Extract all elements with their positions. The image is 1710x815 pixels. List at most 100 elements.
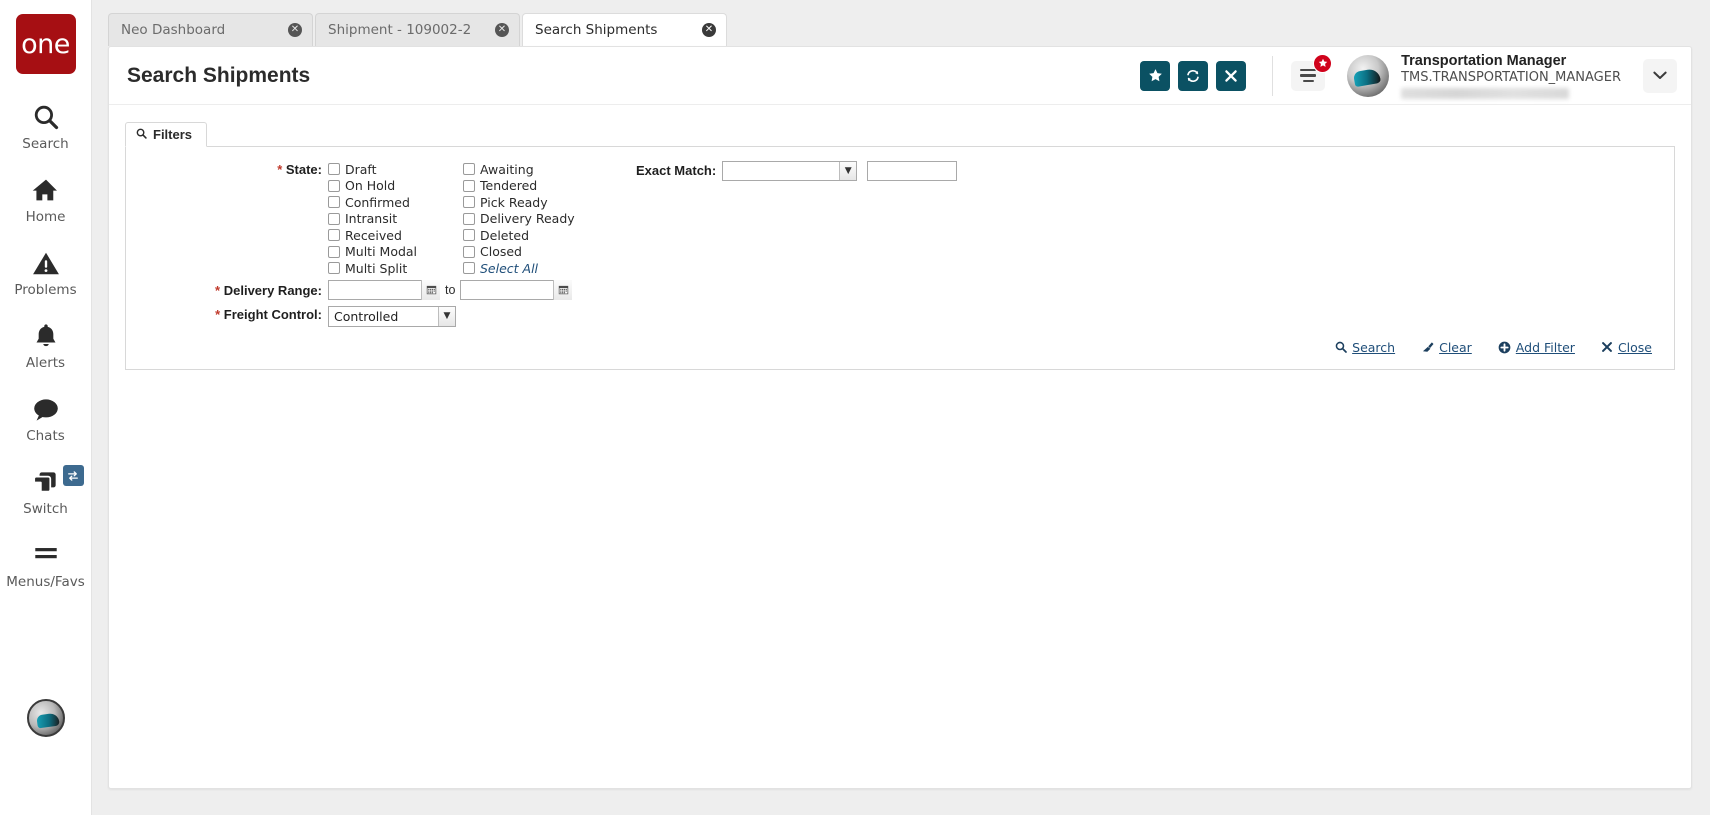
sidebar-item-chats[interactable]: Chats [0, 392, 92, 444]
checkbox-row[interactable]: Closed [463, 244, 598, 261]
checkbox-row[interactable]: Multi Modal [328, 244, 463, 261]
search-icon [136, 127, 147, 142]
delivery-range-to [460, 279, 573, 300]
checkbox-label: Confirmed [345, 194, 410, 210]
delivery-range-from [328, 279, 440, 300]
sidebar-item-label: Alerts [25, 355, 66, 371]
close-circle-icon[interactable]: ✕ [702, 23, 716, 37]
tab-neo-dashboard[interactable]: Neo Dashboard ✕ [108, 13, 313, 46]
exact-match-group: Exact Match: ▼ [636, 161, 958, 181]
add-filter-action-label: Add Filter [1515, 339, 1575, 355]
calendar-icon[interactable] [553, 279, 573, 300]
freight-control-label: * Freight Control: [142, 306, 328, 322]
x-icon [1601, 341, 1613, 353]
checkbox-multi-modal[interactable] [328, 245, 340, 258]
exact-match-select[interactable]: ▼ [722, 161, 858, 181]
checkbox-draft[interactable] [328, 163, 340, 176]
sidebar-item-label: Menus/Favs [6, 574, 85, 590]
filters-section: Filters * State: Draft On Hold Confirmed… [109, 105, 1691, 370]
checkbox-deleted[interactable] [463, 229, 475, 242]
user-name: Transportation Manager [1401, 52, 1567, 69]
checkbox-row[interactable]: Intransit [328, 211, 463, 228]
checkbox-tendered[interactable] [463, 179, 475, 192]
sidebar-item-menus-favs[interactable]: Menus/Favs [0, 538, 92, 590]
close-circle-icon[interactable]: ✕ [495, 23, 509, 37]
refresh-button[interactable] [1178, 60, 1209, 91]
checkbox-label: Delivery Ready [480, 211, 575, 227]
clear-action[interactable]: Clear [1421, 340, 1472, 355]
checkbox-confirmed[interactable] [328, 196, 340, 209]
close-page-button[interactable] [1216, 60, 1247, 91]
checkbox-row[interactable]: Draft [328, 161, 463, 178]
sidebar-item-home[interactable]: Home [0, 173, 92, 225]
page-header: Search Shipments Transportation Manager … [109, 47, 1691, 105]
select-all-link[interactable]: Select All [480, 261, 538, 276]
checkbox-awaiting[interactable] [463, 163, 475, 176]
filter-actions: Search Clear Add Filter Close [142, 327, 1658, 359]
tab-filters-label: Filters [153, 127, 193, 142]
checkbox-row[interactable]: On Hold [328, 178, 463, 195]
checkbox-intransit[interactable] [328, 212, 340, 225]
sidebar-item-label: Problems [14, 282, 77, 298]
checkbox-closed[interactable] [463, 245, 475, 258]
sidebar-item-alerts[interactable]: Alerts [0, 319, 92, 371]
sidebar-item-switch[interactable]: Switch [0, 465, 92, 517]
delivery-range-label: * Delivery Range: [142, 282, 328, 298]
checkbox-select-all[interactable] [463, 262, 475, 275]
notifications-menu-button[interactable] [1291, 53, 1333, 91]
state-row: * State: Draft On Hold Confirmed Intrans… [142, 161, 1658, 277]
checkbox-row[interactable]: Received [328, 227, 463, 244]
avatar[interactable] [1347, 54, 1390, 97]
required-marker: * [215, 282, 221, 298]
add-filter-action[interactable]: Add Filter [1498, 340, 1575, 355]
one-logo[interactable]: one [15, 14, 76, 74]
freight-control-value: Controlled [334, 308, 399, 324]
checkbox-row[interactable]: Delivery Ready [463, 211, 598, 228]
freight-control-select[interactable]: Controlled ▼ [328, 305, 456, 327]
star-badge-icon [1313, 53, 1333, 73]
state-label: * State: [142, 161, 328, 177]
sidebar-item-problems[interactable]: Problems [0, 246, 92, 298]
sidebar-avatar[interactable] [26, 699, 65, 737]
range-separator: to [445, 282, 456, 297]
sidebar-item-label: Home [25, 209, 66, 225]
exact-match-label: Exact Match: [636, 163, 717, 178]
favorite-button[interactable] [1140, 60, 1171, 91]
tab-search-shipments[interactable]: Search Shipments ✕ [522, 13, 727, 49]
delivery-range-row: * Delivery Range: to [142, 279, 1658, 300]
checkbox-row[interactable]: Confirmed [328, 194, 463, 211]
checkbox-pick-ready[interactable] [463, 196, 475, 209]
checkbox-row[interactable]: Tendered [463, 178, 598, 195]
freight-control-row: * Freight Control: Controlled ▼ [142, 305, 1658, 327]
left-sidebar: one Search Home Problems Alerts Chats Sw… [0, 0, 92, 815]
swap-arrows-icon[interactable] [62, 465, 84, 486]
checkbox-row[interactable]: Multi Split [328, 260, 463, 277]
checkbox-row[interactable]: Select All [463, 260, 598, 277]
checkbox-label: On Hold [345, 178, 396, 194]
calendar-icon[interactable] [421, 279, 440, 300]
user-menu-dropdown[interactable] [1643, 58, 1677, 93]
close-circle-icon[interactable]: ✕ [288, 23, 302, 37]
checkbox-multi-split[interactable] [328, 262, 340, 275]
checkbox-label: Multi Split [345, 260, 408, 276]
tab-shipment[interactable]: Shipment - 109002-2 ✕ [315, 13, 520, 46]
search-icon [1335, 341, 1347, 353]
checkbox-row[interactable]: Awaiting [463, 161, 598, 178]
checkbox-label: Awaiting [480, 161, 534, 177]
sidebar-item-label: Chats [26, 428, 65, 444]
tab-filters[interactable]: Filters [125, 122, 208, 147]
checkbox-delivery-ready[interactable] [463, 212, 475, 225]
checkbox-received[interactable] [328, 229, 340, 242]
exact-match-input[interactable] [867, 161, 958, 181]
search-action[interactable]: Search [1335, 340, 1395, 355]
checkbox-label: Intransit [345, 211, 398, 227]
sidebar-item-search[interactable]: Search [0, 100, 92, 152]
problems-warning-icon [32, 246, 60, 280]
checkbox-label: Deleted [480, 227, 530, 243]
checkbox-row[interactable]: Deleted [463, 227, 598, 244]
checkbox-on-hold[interactable] [328, 179, 340, 192]
user-info: Transportation Manager TMS.TRANSPORTATIO… [1401, 52, 1621, 100]
filters-panel: * State: Draft On Hold Confirmed Intrans… [125, 146, 1675, 370]
checkbox-row[interactable]: Pick Ready [463, 194, 598, 211]
close-action[interactable]: Close [1601, 340, 1652, 355]
